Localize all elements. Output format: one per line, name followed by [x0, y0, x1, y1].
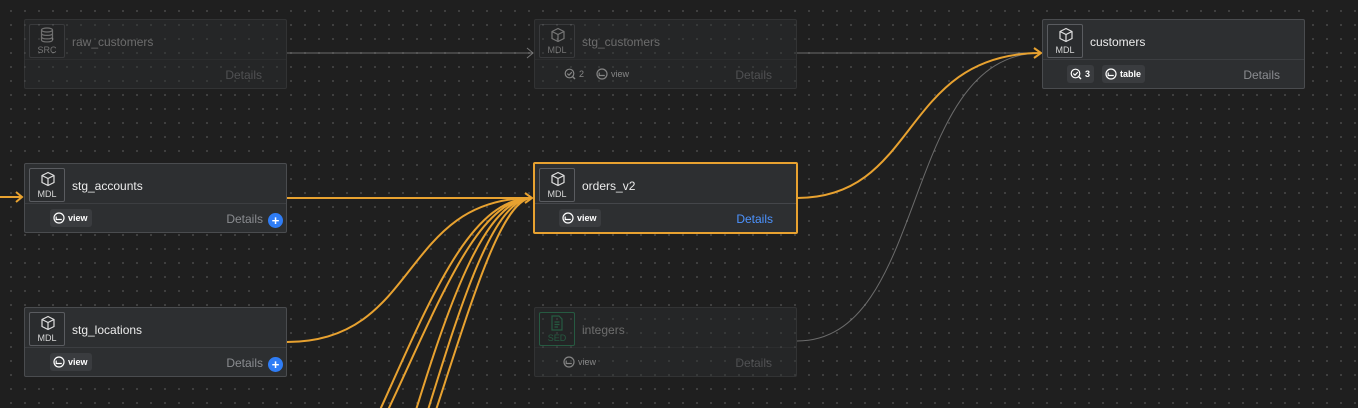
edge-integers-to-customers [796, 52, 1042, 342]
resource-type-badge: MDL [29, 168, 65, 202]
node-customers[interactable]: MDL customers 3 table Details [1042, 19, 1305, 89]
resource-type-badge: SED [539, 312, 575, 346]
arrowhead-stg-customers [526, 47, 534, 59]
materialization-icon [53, 356, 65, 368]
resource-type-label: MDL [1055, 45, 1075, 55]
resource-type-label: MDL [37, 333, 57, 343]
edge-offscreen-4-to-orders-v2 [427, 197, 533, 408]
details-link[interactable]: Details [226, 212, 263, 226]
materialization-label: table [1120, 69, 1142, 79]
details-link[interactable]: Details [225, 68, 262, 82]
resource-type-badge: MDL [29, 312, 65, 346]
node-orders-v2[interactable]: MDL orders_v2 view Details [533, 162, 798, 234]
tests-chip: 2 [561, 65, 588, 83]
edge-offscreen-3-to-orders-v2 [415, 197, 533, 408]
node-header: MDL stg_accounts [25, 164, 286, 204]
details-link[interactable]: Details [1243, 68, 1280, 82]
expand-plus-button[interactable]: + [268, 213, 283, 228]
arrowhead-customers [1033, 47, 1043, 59]
tests-count: 3 [1085, 69, 1091, 79]
node-stg-accounts[interactable]: MDL stg_accounts view Details + [24, 163, 287, 233]
node-header: MDL customers [1043, 20, 1304, 60]
node-name: customers [1090, 35, 1146, 49]
materialization-icon [53, 212, 65, 224]
materialization-chip: view [593, 65, 633, 83]
node-name: stg_accounts [72, 179, 143, 193]
details-link[interactable]: Details [735, 68, 772, 82]
materialization-chip: view [50, 209, 92, 227]
materialization-label: view [578, 357, 597, 367]
expand-plus-button[interactable]: + [268, 357, 283, 372]
test-check-icon [564, 68, 576, 80]
arrowhead-orders-v2 [524, 192, 534, 204]
resource-type-label: SRC [37, 45, 57, 55]
edge-stg-locations-to-orders-v2 [286, 197, 533, 343]
node-name: stg_locations [72, 323, 143, 337]
materialization-icon [562, 212, 574, 224]
edge-orders-v2-to-customers [796, 52, 1042, 199]
materialization-icon [596, 68, 608, 80]
materialization-chip: view [559, 209, 601, 227]
materialization-chip: view [50, 353, 92, 371]
tests-count: 2 [579, 69, 585, 79]
node-name: raw_customers [72, 35, 154, 49]
test-check-icon [1070, 68, 1082, 80]
materialization-label: view [577, 213, 597, 223]
resource-type-label: SED [547, 333, 567, 343]
node-integers[interactable]: SED integers view Details [534, 307, 797, 377]
resource-type-badge: SRC [29, 24, 65, 58]
arrowhead-stg-accounts [15, 191, 24, 203]
node-raw-customers[interactable]: SRC raw_customers Details [24, 19, 287, 89]
details-link[interactable]: Details [736, 212, 773, 226]
materialization-icon [563, 356, 575, 368]
materialization-label: view [68, 357, 88, 367]
node-stg-customers[interactable]: MDL stg_customers 2 view Details [534, 19, 797, 89]
resource-type-label: MDL [37, 189, 57, 199]
materialization-label: view [68, 213, 88, 223]
materialization-chip: view [560, 353, 600, 371]
node-name: integers [582, 323, 625, 337]
node-header: MDL stg_customers [535, 20, 796, 60]
resource-type-badge: MDL [539, 168, 575, 202]
resource-type-badge: MDL [1047, 24, 1083, 58]
resource-type-label: MDL [547, 189, 567, 199]
node-header: SRC raw_customers [25, 20, 286, 60]
materialization-chip: table [1102, 65, 1146, 83]
resource-type-badge: MDL [539, 24, 575, 58]
node-name: stg_customers [582, 35, 661, 49]
resource-type-label: MDL [547, 45, 567, 55]
node-header: MDL stg_locations [25, 308, 286, 348]
node-name: orders_v2 [582, 179, 636, 193]
edge-offscreen-5-to-orders-v2 [435, 197, 533, 408]
tests-chip: 3 [1067, 65, 1095, 83]
node-header: MDL orders_v2 [535, 164, 796, 204]
materialization-icon [1105, 68, 1117, 80]
edge-offscreen-1-to-orders-v2 [379, 197, 533, 408]
details-link[interactable]: Details [226, 356, 263, 370]
edge-offscreen-2-to-orders-v2 [387, 197, 533, 408]
materialization-label: view [611, 69, 630, 79]
details-link[interactable]: Details [735, 356, 772, 370]
node-stg-locations[interactable]: MDL stg_locations view Details + [24, 307, 287, 377]
node-header: SED integers [535, 308, 796, 348]
